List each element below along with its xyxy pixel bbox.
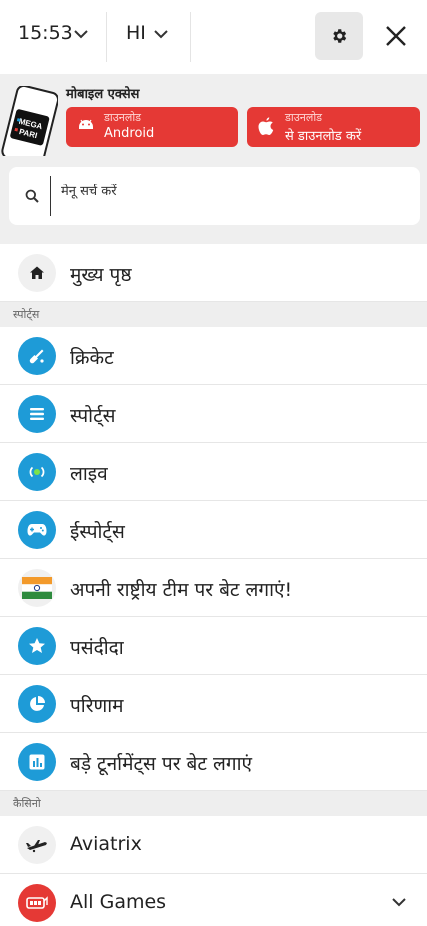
menu-item-all-games[interactable]: All Games <box>0 874 427 926</box>
home-icon-badge <box>18 254 56 292</box>
close-icon <box>386 26 406 46</box>
icon-badge <box>18 627 56 665</box>
download-ios-button[interactable]: डाउनलोड से डाउनलोड करें <box>247 107 420 147</box>
menu-item-aviatrix[interactable]: Aviatrix <box>0 816 427 874</box>
mobile-access-title: मोबाइल एक्सेस <box>66 87 140 102</box>
pie-chart-icon <box>30 696 45 711</box>
icon-badge <box>18 826 56 864</box>
icon-badge <box>18 685 56 723</box>
android-label: Android <box>104 126 155 141</box>
search-box <box>9 167 420 225</box>
bar-chart-icon <box>29 754 45 770</box>
download-label: डाउनलोड <box>285 111 323 124</box>
icon-badge <box>18 337 56 375</box>
divider <box>190 12 191 62</box>
ios-label: से डाउनलोड करें <box>285 129 362 144</box>
android-icon <box>79 119 93 129</box>
list-icon <box>30 408 44 420</box>
menu-item-favorites[interactable]: पसंदीदा <box>0 617 427 675</box>
section-header-sports: स्पोर्ट्स <box>0 302 427 327</box>
icon-badge <box>18 884 56 922</box>
slot-machine-icon <box>26 896 48 909</box>
menu-item-label: लाइव <box>70 463 108 485</box>
india-flag-icon <box>22 577 52 599</box>
section-title: कैसिनो <box>13 797 41 810</box>
menu-item-label: बड़े टूर्नामेंट्स पर बेट लगाएं <box>70 753 252 775</box>
menu-item-label: क्रिकेट <box>70 347 114 369</box>
search-input[interactable] <box>61 184 401 199</box>
chevron-down-icon[interactable] <box>392 898 406 907</box>
section-header-casino: कैसिनो <box>0 791 427 816</box>
menu-item-cricket[interactable]: क्रिकेट <box>0 327 427 385</box>
icon-badge <box>18 453 56 491</box>
menu-item-label: ईस्पोर्ट्स <box>70 521 125 543</box>
download-android-button[interactable]: डाउनलोड Android <box>66 107 238 147</box>
time-label: 15:53 <box>18 22 73 44</box>
menu-item-national-team[interactable]: अपनी राष्ट्रीय टीम पर बेट लगाएं! <box>0 559 427 617</box>
text-cursor <box>50 176 51 216</box>
gamepad-icon <box>27 524 47 536</box>
menu-item-label: पसंदीदा <box>70 637 124 659</box>
menu-item-label: अपनी राष्ट्रीय टीम पर बेट लगाएं! <box>70 579 293 601</box>
icon-badge <box>18 569 56 607</box>
phone-app-image: MEGA PARI <box>1 86 58 158</box>
apple-icon <box>258 117 274 135</box>
menu-item-label: परिणाम <box>70 695 124 717</box>
language-label: HI <box>126 22 146 44</box>
divider <box>106 12 107 62</box>
icon-badge <box>18 395 56 433</box>
live-broadcast-icon <box>29 466 45 478</box>
close-button[interactable] <box>378 18 414 54</box>
search-icon <box>25 189 39 203</box>
download-label: डाउनलोड <box>104 111 142 124</box>
menu-item-live[interactable]: लाइव <box>0 443 427 501</box>
home-icon <box>30 266 44 279</box>
airplane-icon <box>26 840 47 853</box>
settings-button[interactable] <box>315 12 363 60</box>
menu-item-label: मुख्य पृष्ठ <box>70 264 132 286</box>
menu-item-tournaments[interactable]: बड़े टूर्नामेंट्स पर बेट लगाएं <box>0 733 427 791</box>
menu-item-esports[interactable]: ईस्पोर्ट्स <box>0 501 427 559</box>
menu-item-home[interactable]: मुख्य पृष्ठ <box>0 244 427 302</box>
chevron-down-icon <box>74 30 88 39</box>
gear-icon <box>333 29 347 43</box>
menu-item-label: स्पोर्ट्स <box>70 405 116 427</box>
menu-item-sports[interactable]: स्पोर्ट्स <box>0 385 427 443</box>
chevron-down-icon <box>154 30 168 39</box>
star-icon <box>29 638 45 653</box>
cricket-bat-icon <box>29 349 44 364</box>
menu-item-label: Aviatrix <box>70 833 142 855</box>
menu-item-results[interactable]: परिणाम <box>0 675 427 733</box>
icon-badge <box>18 743 56 781</box>
top-bar: 15:53 HI <box>0 0 427 74</box>
icon-badge <box>18 511 56 549</box>
section-title: स्पोर्ट्स <box>13 308 40 321</box>
menu-item-label: All Games <box>70 891 167 913</box>
